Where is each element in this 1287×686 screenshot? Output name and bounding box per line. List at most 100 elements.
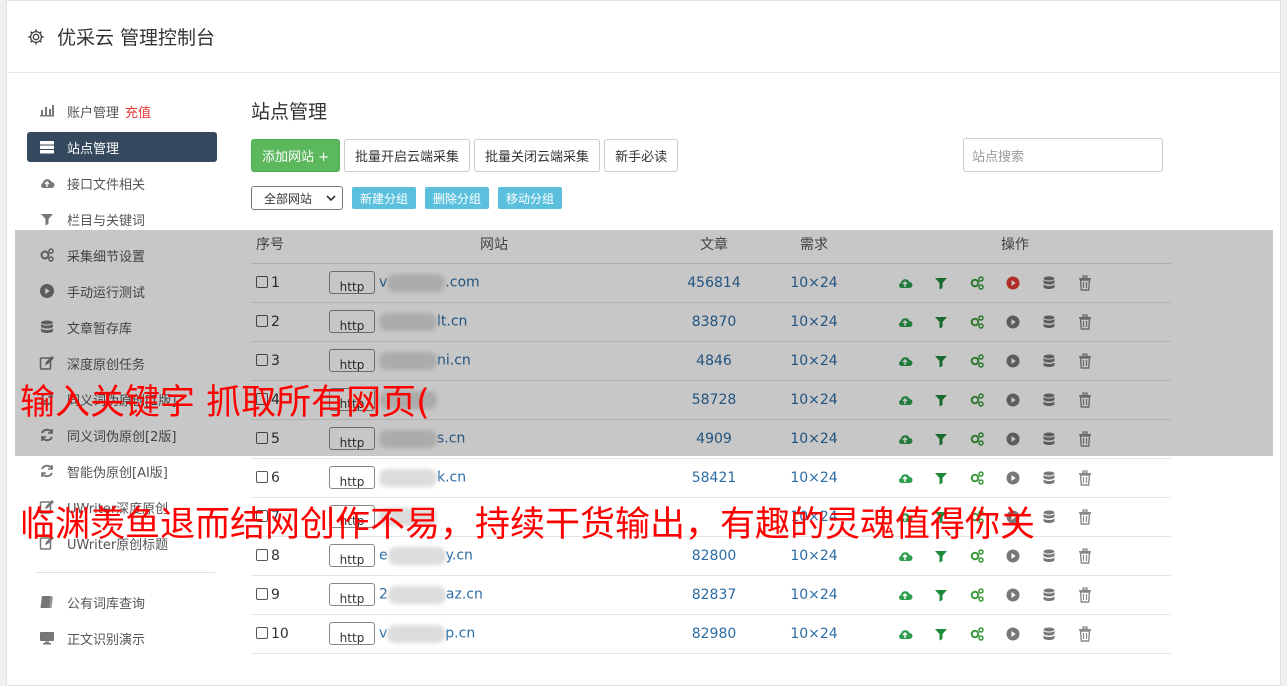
trash-icon[interactable]: [1067, 547, 1103, 564]
cloud-upload-icon[interactable]: [887, 587, 923, 603]
row-checkbox[interactable]: [256, 470, 268, 483]
row-need[interactable]: 10×24: [769, 575, 859, 615]
sidebar-item-label: 栏目与关键词: [67, 213, 146, 229]
row-number: 10: [271, 625, 289, 642]
toolbar: 添加网站 + 批量开启云端采集 批量关闭云端采集 新手必读 站点搜索: [251, 138, 1171, 172]
table-row: 10 http v p.cn 82980 10×24: [251, 614, 1171, 654]
cloud-upload-icon[interactable]: [887, 626, 923, 642]
cloud-upload-icon: [39, 175, 55, 191]
row-articles[interactable]: 82837: [659, 575, 769, 615]
watermark-text-1: 输入关键字 抓取所有网页(: [20, 383, 430, 423]
redacted-domain: [387, 624, 446, 643]
sidebar-item-label: 账户管理: [67, 105, 120, 121]
recharge-link[interactable]: 充值: [125, 102, 151, 121]
row-site-cell: http 2 az.cn: [329, 575, 659, 615]
site-domain-suffix[interactable]: p.cn: [445, 626, 475, 642]
play-circle-icon[interactable]: [995, 548, 1031, 564]
table-row: 6 http k.cn 58421 10×24: [251, 458, 1171, 498]
row-no-cell: 9: [251, 575, 329, 615]
row-no-cell: 10: [251, 614, 329, 654]
batch-open-cloud-button[interactable]: 批量开启云端采集: [344, 138, 471, 172]
site-domain-suffix[interactable]: az.cn: [446, 587, 483, 603]
sidebar-item-0[interactable]: 账户管理 充值: [27, 96, 217, 126]
row-number: 6: [271, 469, 280, 486]
delete-group-button[interactable]: 删除分组: [425, 187, 490, 209]
server-icon: [39, 139, 55, 155]
database-icon[interactable]: [1031, 626, 1067, 642]
site-domain-suffix[interactable]: k.cn: [437, 470, 466, 486]
row-ops-cell: [859, 614, 1171, 654]
trash-icon[interactable]: [1067, 469, 1103, 486]
move-group-button[interactable]: 移动分组: [498, 187, 563, 209]
filter-icon[interactable]: [923, 626, 959, 642]
row-site-cell: http k.cn: [329, 458, 659, 498]
play-circle-icon[interactable]: [995, 470, 1031, 486]
protocol-badge: http: [329, 544, 375, 567]
trash-icon[interactable]: [1067, 586, 1103, 603]
watermark-text-2: 临渊羡鱼退而结网创作不易，持续干货输出，有趣的灵魂值得你关: [20, 505, 1036, 545]
monitor-icon: [39, 630, 55, 646]
app-title: 优采云 管理控制台: [57, 27, 216, 49]
redacted-domain: [379, 468, 437, 487]
redacted-domain: [387, 546, 446, 565]
sidebar-item-1[interactable]: 站点管理: [27, 132, 217, 162]
group-toolbar: 全部网站 新建分组 删除分组 移动分组: [251, 186, 1171, 210]
site-domain-prefix[interactable]: e: [379, 548, 388, 564]
row-site-cell: http v p.cn: [329, 614, 659, 654]
database-icon[interactable]: [1031, 548, 1067, 564]
row-need[interactable]: 10×24: [769, 614, 859, 654]
filter-icon: [39, 211, 55, 227]
row-number: 9: [271, 586, 280, 603]
gears-icon[interactable]: [959, 587, 995, 603]
new-group-button[interactable]: 新建分组: [352, 187, 417, 209]
chevron-down-icon: [326, 195, 336, 202]
database-icon[interactable]: [1031, 470, 1067, 486]
row-checkbox[interactable]: [256, 626, 268, 639]
site-domain-prefix[interactable]: v: [379, 626, 387, 642]
play-circle-icon[interactable]: [995, 626, 1031, 642]
row-checkbox[interactable]: [256, 548, 268, 561]
row-need[interactable]: 10×24: [769, 458, 859, 498]
gears-icon[interactable]: [959, 470, 995, 486]
add-site-button[interactable]: 添加网站 +: [251, 138, 341, 172]
cloud-upload-icon[interactable]: [887, 548, 923, 564]
row-checkbox[interactable]: [256, 587, 268, 600]
row-articles[interactable]: 82980: [659, 614, 769, 654]
site-domain-prefix[interactable]: 2: [379, 587, 388, 603]
page-title: 站点管理: [251, 101, 328, 123]
cloud-upload-icon[interactable]: [887, 470, 923, 486]
filter-icon[interactable]: [923, 548, 959, 564]
sidebar-item-b1[interactable]: 正文识别演示: [27, 623, 217, 653]
group-select[interactable]: 全部网站: [251, 186, 343, 210]
database-icon[interactable]: [1031, 509, 1067, 525]
gears-icon[interactable]: [959, 626, 995, 642]
sidebar-item-label: 接口文件相关: [67, 177, 146, 193]
table-row: 9 http 2 az.cn 82837 10×24: [251, 575, 1171, 615]
sidebar-item-b0[interactable]: 公有词库查询: [27, 587, 217, 617]
row-articles[interactable]: 58421: [659, 458, 769, 498]
row-ops-cell: [859, 458, 1171, 498]
guide-button[interactable]: 新手必读: [604, 138, 679, 172]
batch-close-cloud-button[interactable]: 批量关闭云端采集: [474, 138, 601, 172]
gear-icon: [28, 28, 44, 45]
trash-icon[interactable]: [1067, 508, 1103, 525]
site-search-input[interactable]: 站点搜索: [963, 138, 1163, 172]
group-select-value: 全部网站: [264, 191, 313, 206]
refresh-icon: [39, 463, 55, 479]
redacted-domain: [387, 585, 446, 604]
database-icon[interactable]: [1031, 587, 1067, 603]
row-number: 8: [271, 547, 280, 564]
play-circle-icon[interactable]: [995, 587, 1031, 603]
row-ops-cell: [859, 575, 1171, 615]
trash-icon[interactable]: [1067, 625, 1103, 642]
gears-icon[interactable]: [959, 548, 995, 564]
sidebar-item-10[interactable]: 智能伪原创[AI版]: [27, 456, 217, 486]
site-domain-suffix[interactable]: y.cn: [446, 548, 473, 564]
app-header: 优采云 管理控制台: [7, 1, 1280, 73]
filter-icon[interactable]: [923, 587, 959, 603]
bar-chart-icon: [39, 103, 55, 119]
sidebar-item-label: 智能伪原创[AI版]: [67, 465, 168, 481]
sidebar-divider: [35, 572, 215, 573]
sidebar-item-2[interactable]: 接口文件相关: [27, 168, 217, 198]
filter-icon[interactable]: [923, 470, 959, 486]
